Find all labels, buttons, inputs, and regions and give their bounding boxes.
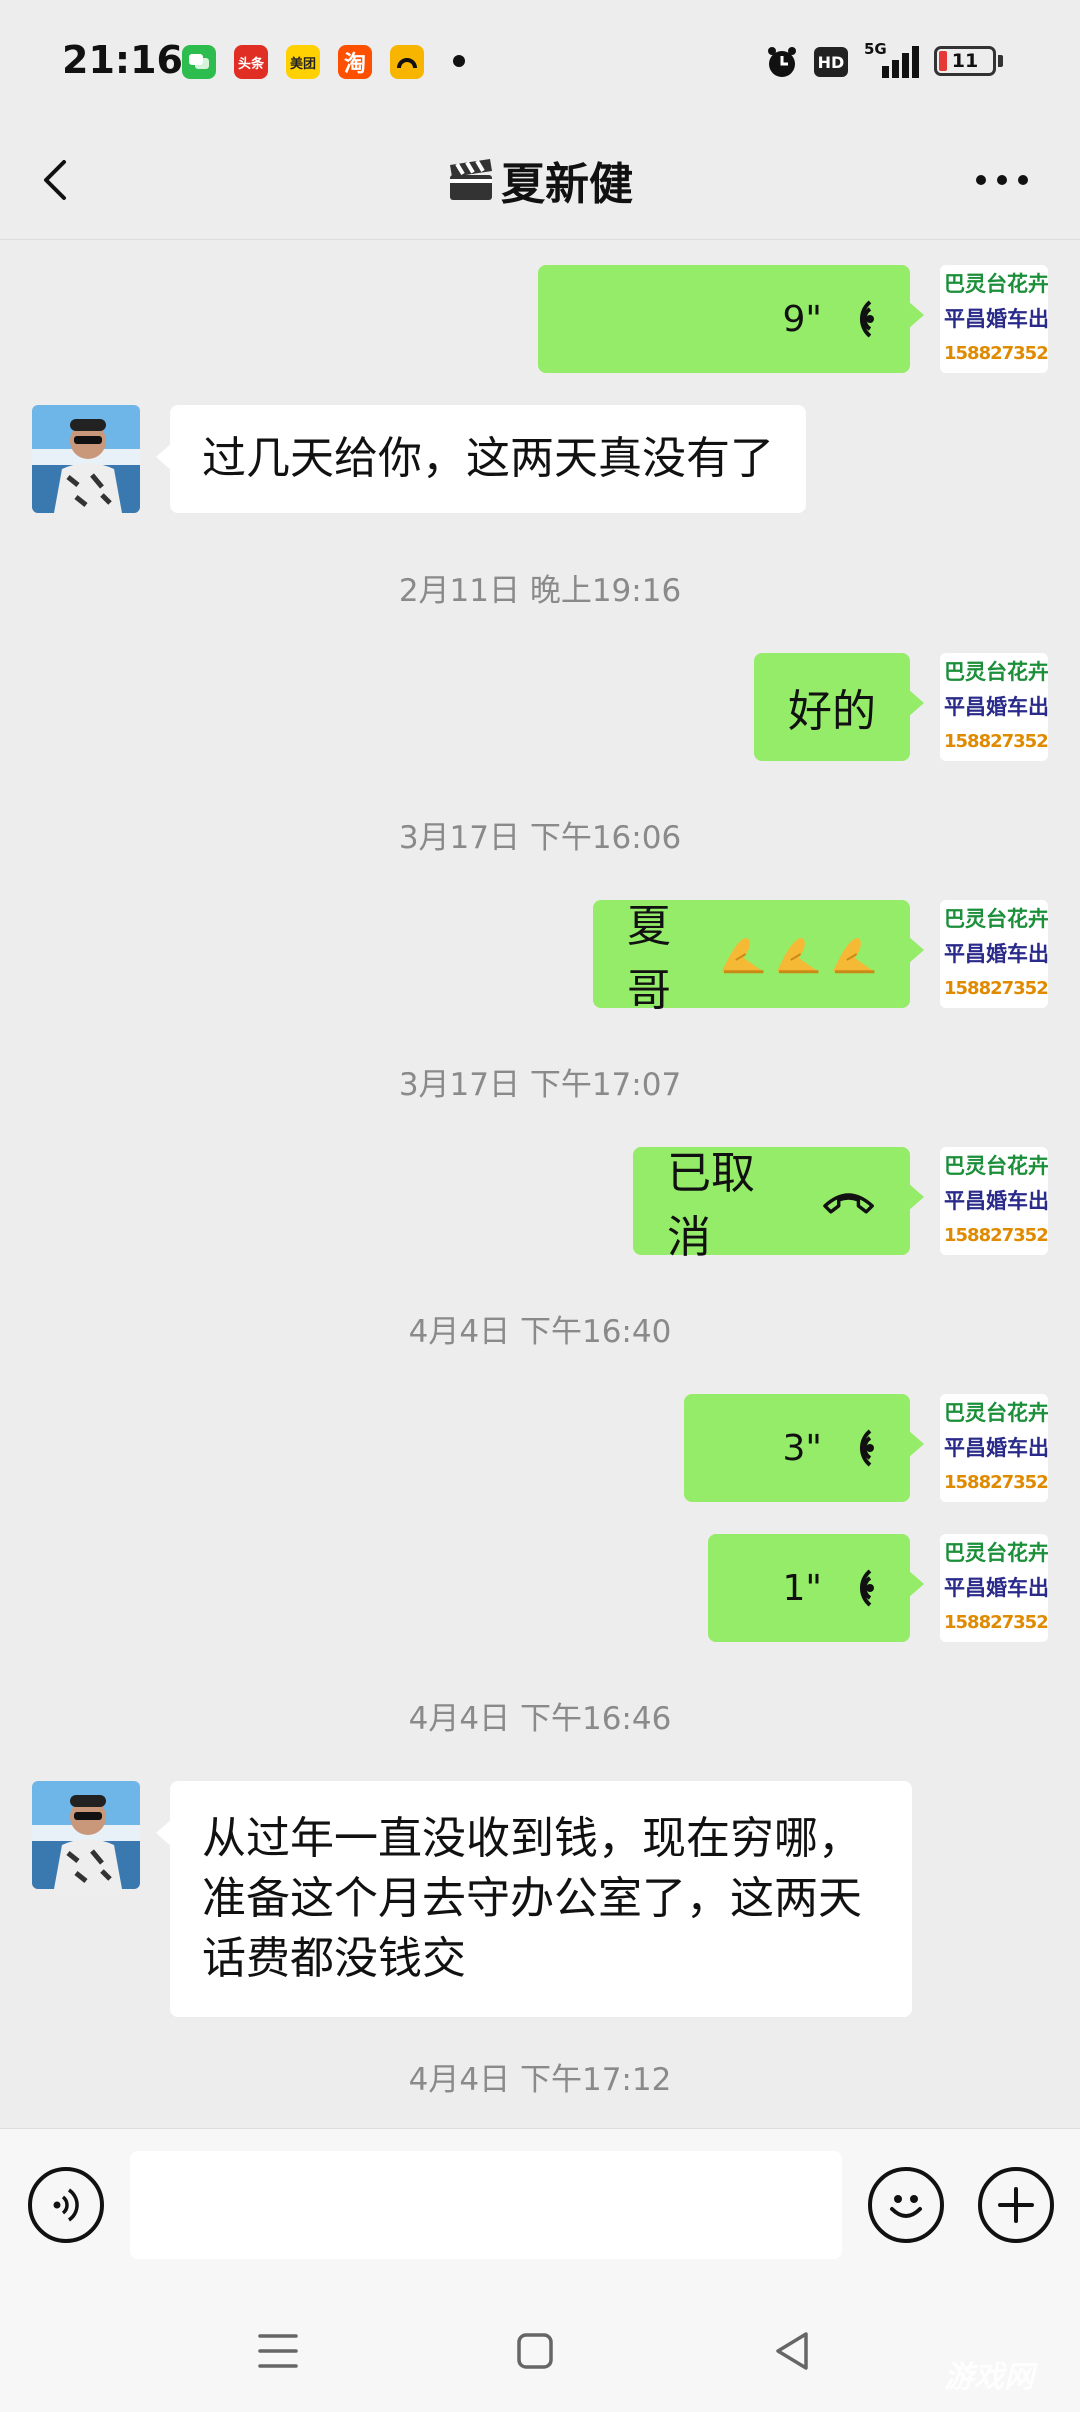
didi-app-icon bbox=[390, 45, 424, 79]
text-message-bubble[interactable]: 从过年一直没收到钱，现在穷哪，准备这个月去守办公室了，这两天话费都没钱交 bbox=[156, 1781, 912, 2017]
more-functions-button[interactable] bbox=[978, 2167, 1054, 2243]
call-message-bubble[interactable]: 已取消 bbox=[633, 1147, 924, 1263]
avatar-line2: 平昌婚车出租 bbox=[944, 1436, 1048, 1460]
avatar-line3: 15882735224 bbox=[944, 343, 1048, 364]
avatar-line1: 巴灵台花卉 bbox=[944, 272, 1048, 296]
more-options-button[interactable] bbox=[962, 148, 1042, 212]
avatar-line1: 巴灵台花卉 bbox=[944, 1154, 1048, 1178]
avatar-line1: 巴灵台花卉 bbox=[944, 1541, 1048, 1565]
meituan-app-icon: 美团 bbox=[286, 45, 320, 79]
voice-message-bubble[interactable]: 1" bbox=[708, 1534, 924, 1642]
taobao-label: 淘 bbox=[343, 52, 366, 77]
chat-title: 夏新健 bbox=[501, 159, 633, 210]
message-timestamp: 4月4日 下午16:40 bbox=[408, 1314, 672, 1350]
wechat-app-icon bbox=[182, 45, 216, 79]
message-text: 好的 bbox=[788, 686, 876, 737]
avatar-line3: 15882735224 bbox=[944, 1225, 1048, 1246]
avatar-line2: 平昌婚车出租 bbox=[944, 1189, 1048, 1213]
self-avatar[interactable]: 巴灵台花卉 平昌婚车出租 15882735224 bbox=[940, 653, 1048, 761]
back-button[interactable] bbox=[30, 142, 106, 218]
call-status-text: 已取消 bbox=[667, 1148, 755, 1263]
menu-nav-button[interactable] bbox=[254, 2328, 302, 2374]
peer-avatar[interactable] bbox=[32, 1781, 140, 1889]
voice-input-button[interactable] bbox=[28, 2167, 104, 2243]
toutiao-label: 头条 bbox=[237, 56, 264, 72]
status-time: 21:16 bbox=[62, 38, 183, 82]
status-bar: 21:16 头条 美团 淘 HD 5G 11 bbox=[0, 0, 1080, 120]
avatar-line3: 15882735224 bbox=[944, 1612, 1048, 1633]
pray-emoji-icon bbox=[777, 938, 819, 974]
home-nav-button[interactable] bbox=[514, 2330, 556, 2372]
self-avatar[interactable]: 巴灵台花卉 平昌婚车出租 15882735224 bbox=[940, 1394, 1048, 1502]
toutiao-app-icon: 头条 bbox=[234, 45, 268, 79]
voice-duration: 1" bbox=[782, 1567, 822, 1609]
message-timestamp: 4月4日 下午17:12 bbox=[408, 2062, 672, 2098]
smiley-icon bbox=[890, 2195, 922, 2218]
battery-level: 11 bbox=[951, 50, 979, 72]
avatar-line1: 巴灵台花卉 bbox=[944, 907, 1048, 931]
dot-icon bbox=[976, 175, 986, 185]
avatar-line1: 巴灵台花卉 bbox=[944, 1401, 1048, 1425]
text-message-bubble[interactable]: 过几天给你，这两天真没有了 bbox=[156, 405, 806, 513]
message-timestamp: 4月4日 下午16:46 bbox=[408, 1701, 672, 1737]
chat-header: 夏新健 bbox=[0, 120, 1080, 240]
voice-mode-icon bbox=[53, 2188, 79, 2222]
message-text: 夏哥 bbox=[627, 901, 671, 1016]
avatar-line3: 15882735224 bbox=[944, 978, 1048, 999]
phone-hangup-icon bbox=[823, 1193, 874, 1214]
avatar-line3: 15882735224 bbox=[944, 1472, 1048, 1493]
self-avatar[interactable]: 巴灵台花卉 平昌婚车出租 15882735224 bbox=[940, 265, 1048, 373]
text-message-bubble[interactable]: 好的 bbox=[754, 653, 924, 761]
message-input[interactable] bbox=[130, 2151, 842, 2259]
hd-badge: HD bbox=[814, 47, 848, 77]
signal-icon bbox=[868, 46, 919, 78]
battery-icon: 11 bbox=[934, 46, 996, 76]
self-avatar[interactable]: 巴灵台花卉 平昌婚车出租 15882735224 bbox=[940, 900, 1048, 1008]
avatar-line2: 平昌婚车出租 bbox=[944, 695, 1048, 719]
avatar-line3: 15882735224 bbox=[944, 731, 1048, 752]
emoji-button[interactable] bbox=[868, 2167, 944, 2243]
avatar-line1: 巴灵台花卉 bbox=[944, 660, 1048, 684]
voice-duration: 9" bbox=[782, 298, 822, 340]
avatar-line2: 平昌婚车出租 bbox=[944, 1576, 1048, 1600]
text-message-bubble[interactable]: 夏哥 bbox=[593, 900, 924, 1016]
pray-emoji-icon bbox=[832, 938, 875, 974]
avatar-line2: 平昌婚车出租 bbox=[944, 307, 1048, 331]
system-navigation-bar bbox=[0, 2290, 1080, 2412]
dot-icon bbox=[997, 175, 1007, 185]
message-timestamp: 2月11日 晚上19:16 bbox=[398, 573, 682, 609]
plus-icon bbox=[998, 2187, 1034, 2223]
meituan-label: 美团 bbox=[289, 56, 316, 72]
back-nav-button[interactable] bbox=[770, 2328, 814, 2374]
voice-duration: 3" bbox=[782, 1427, 822, 1469]
voice-message-bubble[interactable]: 9" bbox=[538, 265, 924, 373]
message-timestamp: 3月17日 下午17:07 bbox=[398, 1067, 682, 1103]
message-timestamp: 3月17日 下午16:06 bbox=[398, 820, 682, 856]
self-avatar[interactable]: 巴灵台花卉 平昌婚车出租 15882735224 bbox=[940, 1534, 1048, 1642]
pray-emoji-icon bbox=[721, 938, 764, 974]
clapperboard-icon bbox=[450, 159, 492, 200]
voice-message-bubble[interactable]: 3" bbox=[684, 1394, 924, 1502]
chat-input-bar bbox=[0, 2128, 1080, 2290]
voice-wave-icon bbox=[859, 300, 874, 338]
dot-icon bbox=[1018, 175, 1028, 185]
voice-wave-icon bbox=[859, 1569, 874, 1607]
self-avatar[interactable]: 巴灵台花卉 平昌婚车出租 15882735224 bbox=[940, 1147, 1048, 1255]
alarm-icon bbox=[768, 47, 796, 77]
battery-tip bbox=[998, 55, 1003, 67]
avatar-line2: 平昌婚车出租 bbox=[944, 942, 1048, 966]
voice-wave-icon bbox=[859, 1429, 874, 1467]
chevron-left-icon bbox=[44, 160, 66, 200]
peer-avatar[interactable] bbox=[32, 405, 140, 513]
more-notifications-dot bbox=[453, 55, 465, 67]
watermark: 游戏网 bbox=[944, 2360, 1034, 2395]
taobao-app-icon: 淘 bbox=[338, 45, 372, 79]
